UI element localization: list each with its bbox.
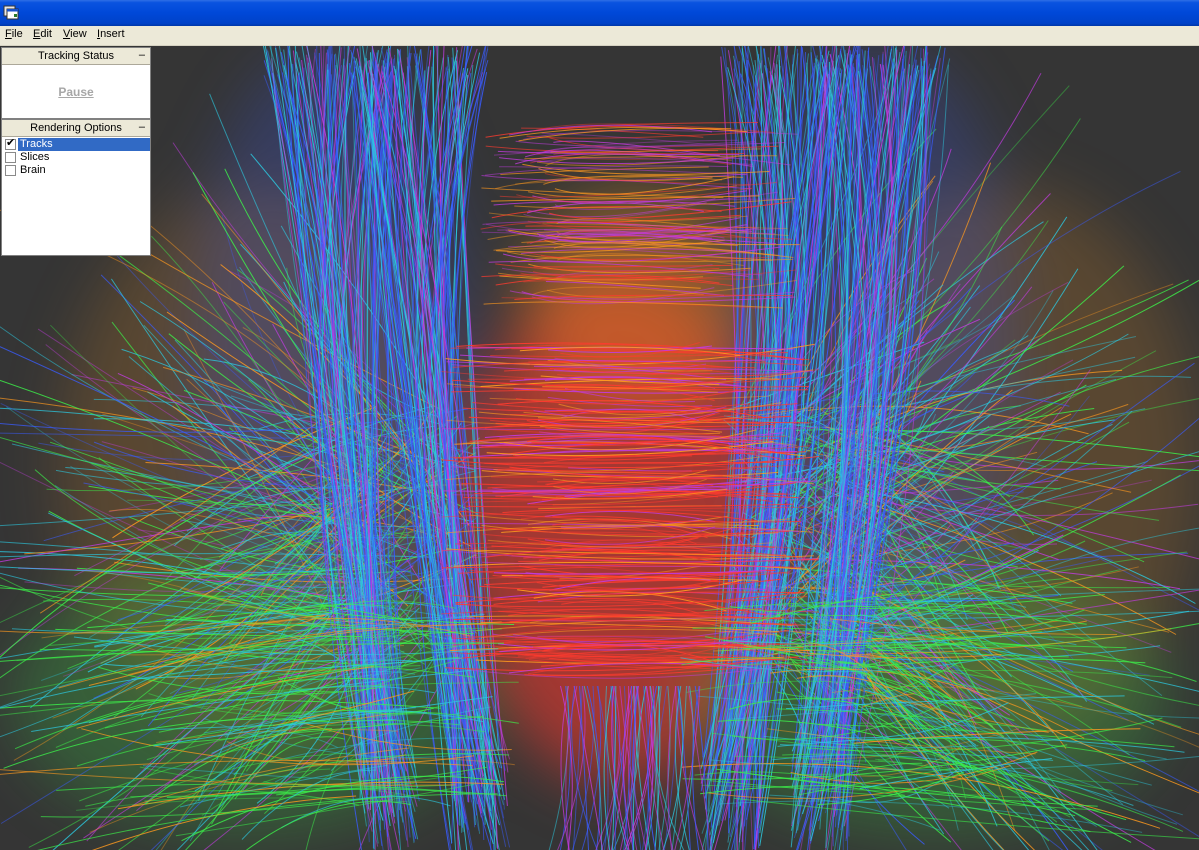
menu-view-rest: iew (70, 28, 87, 40)
brain-checkbox[interactable] (5, 165, 16, 176)
pause-button[interactable]: Pause (2, 85, 150, 99)
tracking-collapse-button[interactable]: – (139, 48, 145, 63)
checkmark-icon: ✔ (6, 137, 16, 149)
fiber-tracks-canvas[interactable] (0, 46, 1199, 850)
tracking-status-title: Tracking Status (37, 50, 114, 62)
menu-bar: File Edit View Insert (0, 26, 1199, 46)
menu-file[interactable]: File (5, 28, 23, 40)
tracking-status-header: Tracking Status – (2, 48, 150, 65)
rendering-options-list: ✔ Tracks Slices Brain (2, 137, 150, 177)
rendering-options-title: Rendering Options (30, 122, 122, 134)
rendering-collapse-button[interactable]: – (139, 120, 145, 135)
app-window-icon[interactable] (3, 4, 19, 20)
option-tracks[interactable]: ✔ Tracks (2, 137, 150, 151)
title-bar (0, 0, 1199, 26)
menu-edit-rest: dit (40, 28, 52, 40)
menu-view[interactable]: View (63, 28, 87, 40)
menu-file-rest: ile (11, 28, 23, 40)
option-slices[interactable]: Slices (2, 151, 150, 164)
slices-checkbox[interactable] (5, 152, 16, 163)
option-tracks-label: Tracks (18, 138, 150, 151)
menu-insert[interactable]: Insert (97, 28, 125, 40)
rendering-options-panel: Rendering Options – ✔ Tracks Slices Brai… (1, 119, 151, 256)
tractography-viewport[interactable] (0, 46, 1199, 850)
menu-insert-rest: nsert (100, 28, 125, 40)
option-brain[interactable]: Brain (2, 164, 150, 177)
option-brain-label: Brain (20, 164, 46, 176)
tracks-checkbox[interactable]: ✔ (5, 137, 16, 150)
menu-edit[interactable]: Edit (33, 28, 52, 40)
option-slices-label: Slices (20, 151, 50, 163)
tracking-status-panel: Tracking Status – Pause (1, 47, 151, 119)
rendering-options-header: Rendering Options – (2, 120, 150, 137)
